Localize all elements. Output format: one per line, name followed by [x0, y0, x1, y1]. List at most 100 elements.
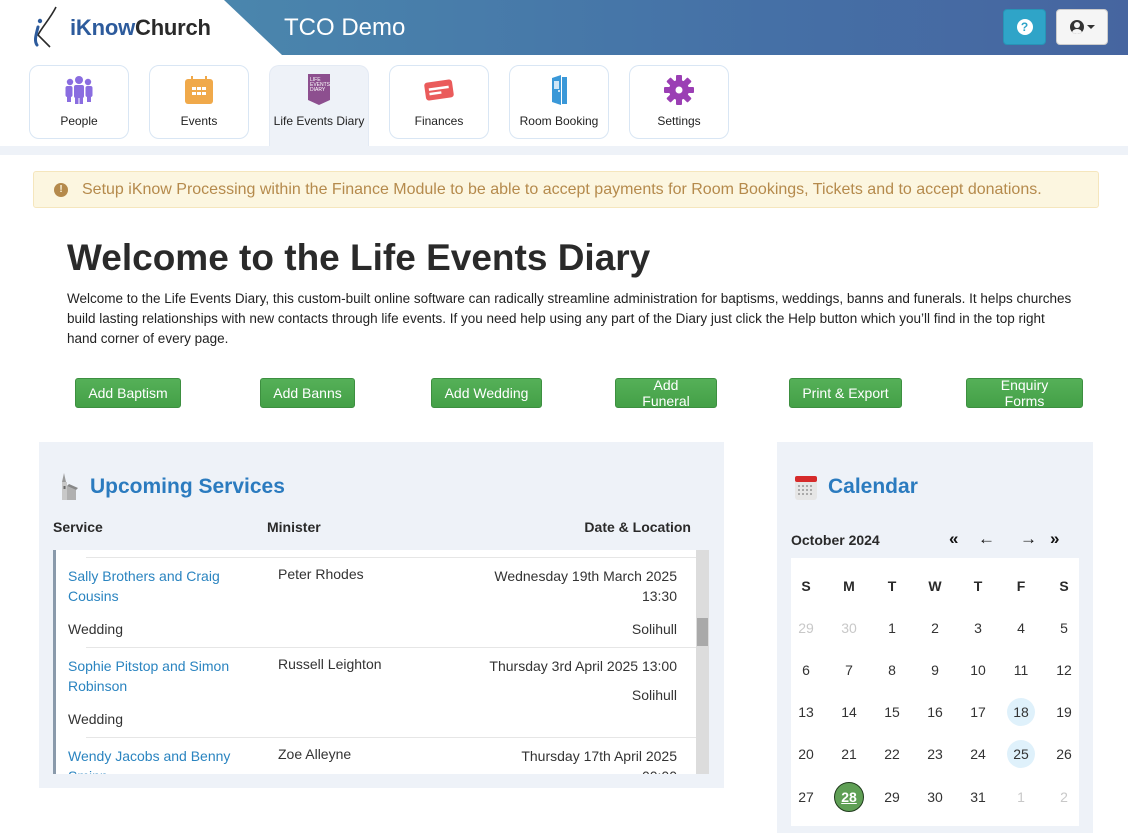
svg-text:DIARY: DIARY — [310, 87, 326, 93]
scrollbar-thumb[interactable] — [697, 618, 708, 646]
service-minister: Russell Leighton — [278, 656, 382, 672]
calendar-day[interactable]: 10 — [964, 656, 992, 684]
service-name-link[interactable]: Wendy Jacobs and Benny Sminn — [68, 746, 258, 774]
logo-mark-icon — [33, 6, 57, 48]
calendar-day-today[interactable]: 28 — [834, 782, 864, 812]
service-minister: Zoe Alleyne — [278, 746, 352, 762]
panel-title-text: Upcoming Services — [90, 475, 285, 498]
services-scrollbar[interactable] — [696, 550, 709, 774]
calendar-day[interactable]: 8 — [878, 656, 906, 684]
add-wedding-button[interactable]: Add Wedding — [431, 378, 542, 408]
module-events[interactable]: Events — [149, 65, 249, 139]
weekday-header: T — [887, 578, 897, 594]
column-header-date-location[interactable]: Date & Location — [584, 519, 691, 535]
logo-suffix: Church — [135, 15, 211, 40]
upcoming-services-panel: Upcoming Services Service Minister Date … — [39, 442, 724, 788]
calendar-panel: Calendar October 2024 « ← → » S M T W T F S 29 3… — [777, 442, 1093, 833]
module-label: Room Booking — [519, 114, 599, 128]
calendar-day[interactable]: 1 — [878, 614, 906, 642]
calendar-day[interactable]: 30 — [835, 614, 863, 642]
calendar-day-with-event[interactable]: 25 — [1007, 740, 1035, 768]
question-circle-icon: ? — [1016, 19, 1033, 35]
calendar-day[interactable]: 3 — [964, 614, 992, 642]
app-header: iKnowChurch TCO Demo ? — [0, 0, 1128, 55]
module-label: Events — [180, 114, 218, 128]
calendar-day[interactable]: 5 — [1050, 614, 1078, 642]
module-finances[interactable]: Finances — [389, 65, 489, 139]
service-minister: Peter Rhodes — [278, 566, 364, 582]
user-circle-icon — [1069, 20, 1084, 34]
calendar-day[interactable]: 12 — [1050, 656, 1078, 684]
services-list: Sally Brothers and Craig Cousins Peter R… — [53, 550, 709, 774]
service-location: Solihull — [631, 621, 677, 637]
weekday-header: S — [1059, 578, 1069, 594]
calendar-day[interactable]: 19 — [1050, 698, 1078, 726]
column-header-minister[interactable]: Minister — [267, 519, 321, 535]
calendar-day[interactable]: 2 — [1050, 783, 1078, 811]
welcome-description: Welcome to the Life Events Diary, this c… — [67, 291, 1072, 346]
calendar-day[interactable]: 14 — [835, 698, 863, 726]
calendar-day[interactable]: 16 — [921, 698, 949, 726]
add-baptism-button[interactable]: Add Baptism — [75, 378, 181, 408]
calendar-day[interactable]: 31 — [964, 783, 992, 811]
action-buttons: Add Baptism Add Banns Add Wedding Add Fu… — [0, 377, 1128, 409]
service-date: Wednesday 19th March 2025 13:30 — [494, 568, 677, 604]
service-date: Thursday 3rd April 2025 13:00 — [489, 658, 677, 674]
calendar-day[interactable]: 7 — [835, 656, 863, 684]
panel-title-text: Calendar — [828, 475, 918, 498]
calendar-day[interactable]: 11 — [1007, 656, 1035, 684]
calendar-day[interactable]: 1 — [1007, 783, 1035, 811]
enquiry-forms-button[interactable]: Enquiry Forms — [966, 377, 1083, 409]
calendar-day[interactable]: 21 — [835, 740, 863, 768]
calendar-day[interactable]: 20 — [792, 740, 820, 768]
calendar-day[interactable]: 2 — [921, 614, 949, 642]
calendar-day[interactable]: 27 — [792, 783, 820, 811]
prev-year-button[interactable]: « — [949, 529, 958, 549]
prev-month-button[interactable]: ← — [978, 529, 995, 549]
next-month-button[interactable]: → — [1020, 529, 1037, 549]
user-menu-button[interactable] — [1056, 9, 1108, 45]
weekday-header: S — [801, 578, 811, 594]
calendar-day[interactable]: 30 — [921, 783, 949, 811]
add-funeral-button[interactable]: Add Funeral — [615, 377, 717, 409]
site-title: TCO Demo — [284, 14, 406, 41]
church-icon — [62, 473, 78, 500]
module-room-booking[interactable]: Room Booking — [509, 65, 609, 139]
logo-text: iKnowChurch — [70, 15, 211, 41]
calendar-day[interactable]: 4 — [1007, 614, 1035, 642]
people-icon — [63, 74, 95, 106]
finance-setup-alert: ! Setup iKnow Processing within the Fina… — [33, 171, 1099, 208]
calendar-day[interactable]: 15 — [878, 698, 906, 726]
weekday-header: M — [843, 578, 855, 594]
add-banns-button[interactable]: Add Banns — [260, 378, 355, 408]
upcoming-services-heading: Upcoming Services — [56, 472, 285, 502]
module-label: People — [60, 114, 98, 128]
calendar-day[interactable]: 26 — [1050, 740, 1078, 768]
calendar-day[interactable]: 29 — [878, 783, 906, 811]
column-header-service[interactable]: Service — [53, 519, 103, 535]
module-people[interactable]: People — [29, 65, 129, 139]
module-life-events-diary[interactable]: LIFE EVENTS DIARY Life Events Diary — [269, 65, 369, 146]
calendar-day-with-event[interactable]: 18 — [1007, 698, 1035, 726]
row-separator — [86, 737, 697, 738]
calendar-day[interactable]: 22 — [878, 740, 906, 768]
calendar-day[interactable]: 29 — [792, 614, 820, 642]
calendar-day[interactable]: 24 — [964, 740, 992, 768]
iknowchurch-logo[interactable]: iKnowChurch — [30, 6, 211, 50]
calendar-grid-icon — [183, 74, 215, 106]
service-name-link[interactable]: Sally Brothers and Craig Cousins — [68, 566, 258, 606]
print-export-button[interactable]: Print & Export — [789, 378, 902, 408]
service-name-link[interactable]: Sophie Pitstop and Simon Robinson — [68, 656, 258, 696]
module-label: Life Events Diary — [273, 114, 365, 128]
calendar-day[interactable]: 9 — [921, 656, 949, 684]
calendar-day[interactable]: 17 — [964, 698, 992, 726]
calendar-day[interactable]: 23 — [921, 740, 949, 768]
calendar-heading: Calendar — [794, 472, 918, 502]
calendar-day[interactable]: 6 — [792, 656, 820, 684]
help-button[interactable]: ? — [1003, 9, 1046, 45]
service-row: Wendy Jacobs and Benny Sminn Zoe Alleyne… — [53, 737, 697, 774]
row-separator — [86, 647, 697, 648]
calendar-day[interactable]: 13 — [792, 698, 820, 726]
module-settings[interactable]: Settings — [629, 65, 729, 139]
next-year-button[interactable]: » — [1050, 529, 1059, 549]
